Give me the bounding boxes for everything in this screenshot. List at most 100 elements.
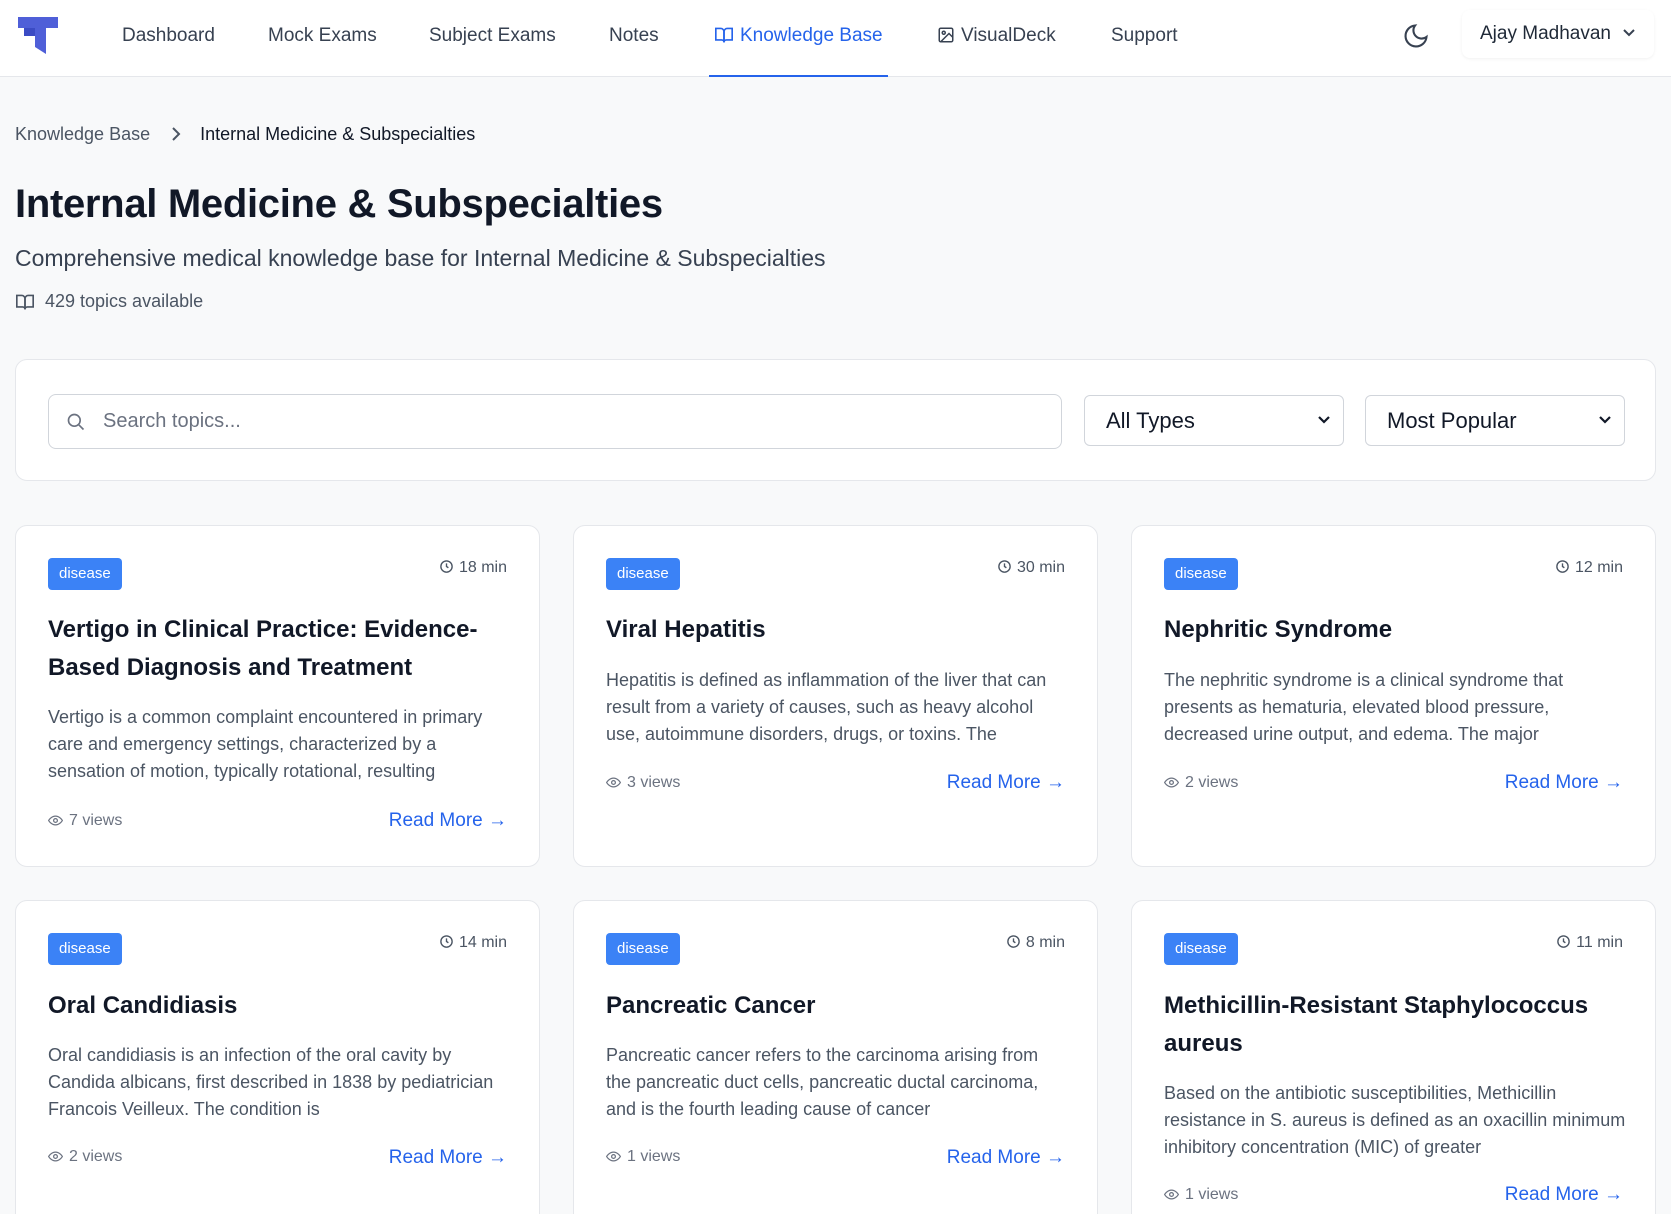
chevron-down-icon: [1599, 416, 1611, 424]
type-badge: disease: [48, 558, 122, 590]
view-count: 3 views: [605, 774, 681, 792]
read-more-link[interactable]: Read More →: [389, 810, 507, 832]
page-subtitle: Comprehensive medical knowledge base for…: [15, 245, 826, 271]
nav-knowledge-base[interactable]: Knowledge Base: [709, 0, 888, 77]
search-box[interactable]: [48, 394, 1062, 449]
nav-knowledge-base-label: Knowledge Base: [740, 25, 883, 46]
topic-card[interactable]: disease 12 min Nephritic Syndrome The ne…: [1131, 525, 1656, 867]
view-count-text: 2 views: [69, 1148, 123, 1165]
card-description: Hepatitis is defined as inflammation of …: [606, 670, 1047, 744]
view-count-text: 2 views: [1185, 774, 1239, 791]
read-time-text: 12 min: [1574, 559, 1623, 576]
card-title[interactable]: Methicillin-Resistant Staphylococcus aur…: [1164, 987, 1624, 1063]
read-time: 8 min: [1006, 934, 1065, 952]
read-time: 12 min: [1555, 559, 1623, 577]
eye-icon: [47, 1151, 64, 1162]
type-badge: disease: [606, 558, 680, 590]
topic-card[interactable]: disease 11 min Methicillin-Resistant Sta…: [1131, 900, 1656, 1214]
nav-visualdeck[interactable]: VisualDeck: [937, 0, 1056, 77]
breadcrumb-current: Internal Medicine & Subspecialties: [200, 124, 476, 144]
sort-select[interactable]: Most Popular: [1365, 395, 1625, 446]
read-time: 18 min: [439, 559, 507, 577]
book-open-icon: [16, 294, 34, 310]
card-title[interactable]: Vertigo in Clinical Practice: Evidence-B…: [48, 611, 508, 687]
eye-icon: [1163, 777, 1180, 788]
read-time-text: 30 min: [1016, 559, 1065, 576]
nav-support[interactable]: Support: [1111, 0, 1178, 77]
read-time-text: 8 min: [1025, 934, 1065, 951]
filter-panel: All Types Most Popular: [15, 359, 1656, 481]
user-name: Ajay Madhavan: [1480, 23, 1611, 44]
read-more-link[interactable]: Read More →: [947, 1147, 1065, 1169]
nav-notes[interactable]: Notes: [609, 0, 659, 77]
card-description: Pancreatic cancer refers to the carcinom…: [606, 1045, 1039, 1119]
card-title[interactable]: Pancreatic Cancer: [606, 987, 1066, 1025]
card-title[interactable]: Oral Candidiasis: [48, 987, 508, 1025]
topic-card[interactable]: disease 18 min Vertigo in Clinical Pract…: [15, 525, 540, 867]
topic-card[interactable]: disease 30 min Viral Hepatitis Hepatitis…: [573, 525, 1098, 867]
search-input[interactable]: [103, 395, 1043, 448]
card-description: Based on the antibiotic susceptibilities…: [1164, 1083, 1626, 1157]
clock-icon: [440, 935, 453, 948]
view-count: 2 views: [1163, 774, 1239, 792]
page-title: Internal Medicine & Subspecialties: [15, 182, 663, 226]
view-count-text: 1 views: [1185, 1186, 1239, 1203]
view-count: 1 views: [1163, 1186, 1239, 1204]
chevron-right-icon: [172, 127, 181, 141]
read-more-link[interactable]: Read More →: [1505, 772, 1623, 794]
chevron-down-icon: [1318, 416, 1330, 424]
topic-card[interactable]: disease 8 min Pancreatic Cancer Pancreat…: [573, 900, 1098, 1214]
chevron-down-icon: [1623, 29, 1635, 37]
book-open-icon: [715, 27, 733, 43]
read-more-link[interactable]: Read More →: [1505, 1184, 1623, 1206]
view-count: 1 views: [605, 1148, 681, 1166]
clock-icon: [1557, 935, 1570, 948]
clock-icon: [998, 560, 1011, 573]
topic-count-text: 429 topics available: [45, 291, 204, 311]
eye-icon: [47, 815, 64, 826]
view-count-text: 1 views: [627, 1148, 681, 1165]
card-title[interactable]: Viral Hepatitis: [606, 611, 1066, 649]
read-time: 14 min: [439, 934, 507, 952]
nav-subject-exams[interactable]: Subject Exams: [429, 0, 556, 77]
read-more-link[interactable]: Read More →: [947, 772, 1065, 794]
read-more-link[interactable]: Read More →: [389, 1147, 507, 1169]
read-time: 30 min: [997, 559, 1065, 577]
user-menu-button[interactable]: Ajay Madhavan: [1462, 10, 1654, 58]
card-description: The nephritic syndrome is a clinical syn…: [1164, 670, 1564, 744]
type-badge: disease: [48, 933, 122, 965]
search-icon: [67, 413, 85, 431]
nav-visualdeck-label: VisualDeck: [961, 25, 1056, 46]
clock-icon: [1007, 935, 1020, 948]
read-time-text: 11 min: [1576, 934, 1623, 951]
type-badge: disease: [1164, 558, 1238, 590]
clock-icon: [1556, 560, 1569, 573]
card-title[interactable]: Nephritic Syndrome: [1164, 611, 1624, 649]
breadcrumb-knowledge-base[interactable]: Knowledge Base: [15, 124, 150, 144]
nav-dashboard[interactable]: Dashboard: [122, 0, 215, 77]
eye-icon: [605, 1151, 622, 1162]
eye-icon: [1163, 1189, 1180, 1200]
top-navbar: Dashboard Mock Exams Subject Exams Notes…: [0, 0, 1671, 77]
view-count: 2 views: [47, 1148, 123, 1166]
view-count-text: 3 views: [627, 774, 681, 791]
type-filter-select[interactable]: All Types: [1084, 395, 1344, 446]
type-badge: disease: [1164, 933, 1238, 965]
view-count-text: 7 views: [69, 812, 123, 829]
image-icon: [938, 27, 954, 43]
read-time: 11 min: [1556, 934, 1623, 952]
type-badge: disease: [606, 933, 680, 965]
topic-card[interactable]: disease 14 min Oral Candidiasis Oral can…: [15, 900, 540, 1214]
topic-count: 429 topics available: [15, 291, 203, 312]
nav-mock-exams[interactable]: Mock Exams: [268, 0, 377, 77]
read-time-text: 18 min: [458, 559, 507, 576]
clock-icon: [440, 560, 453, 573]
moon-icon[interactable]: [1402, 22, 1430, 50]
eye-icon: [605, 777, 622, 788]
card-description: Oral candidiasis is an infection of the …: [48, 1045, 494, 1119]
app-logo[interactable]: [16, 14, 60, 56]
view-count: 7 views: [47, 812, 123, 830]
read-time-text: 14 min: [458, 934, 507, 951]
type-filter-value: All Types: [1106, 408, 1195, 433]
sort-value: Most Popular: [1387, 408, 1517, 433]
